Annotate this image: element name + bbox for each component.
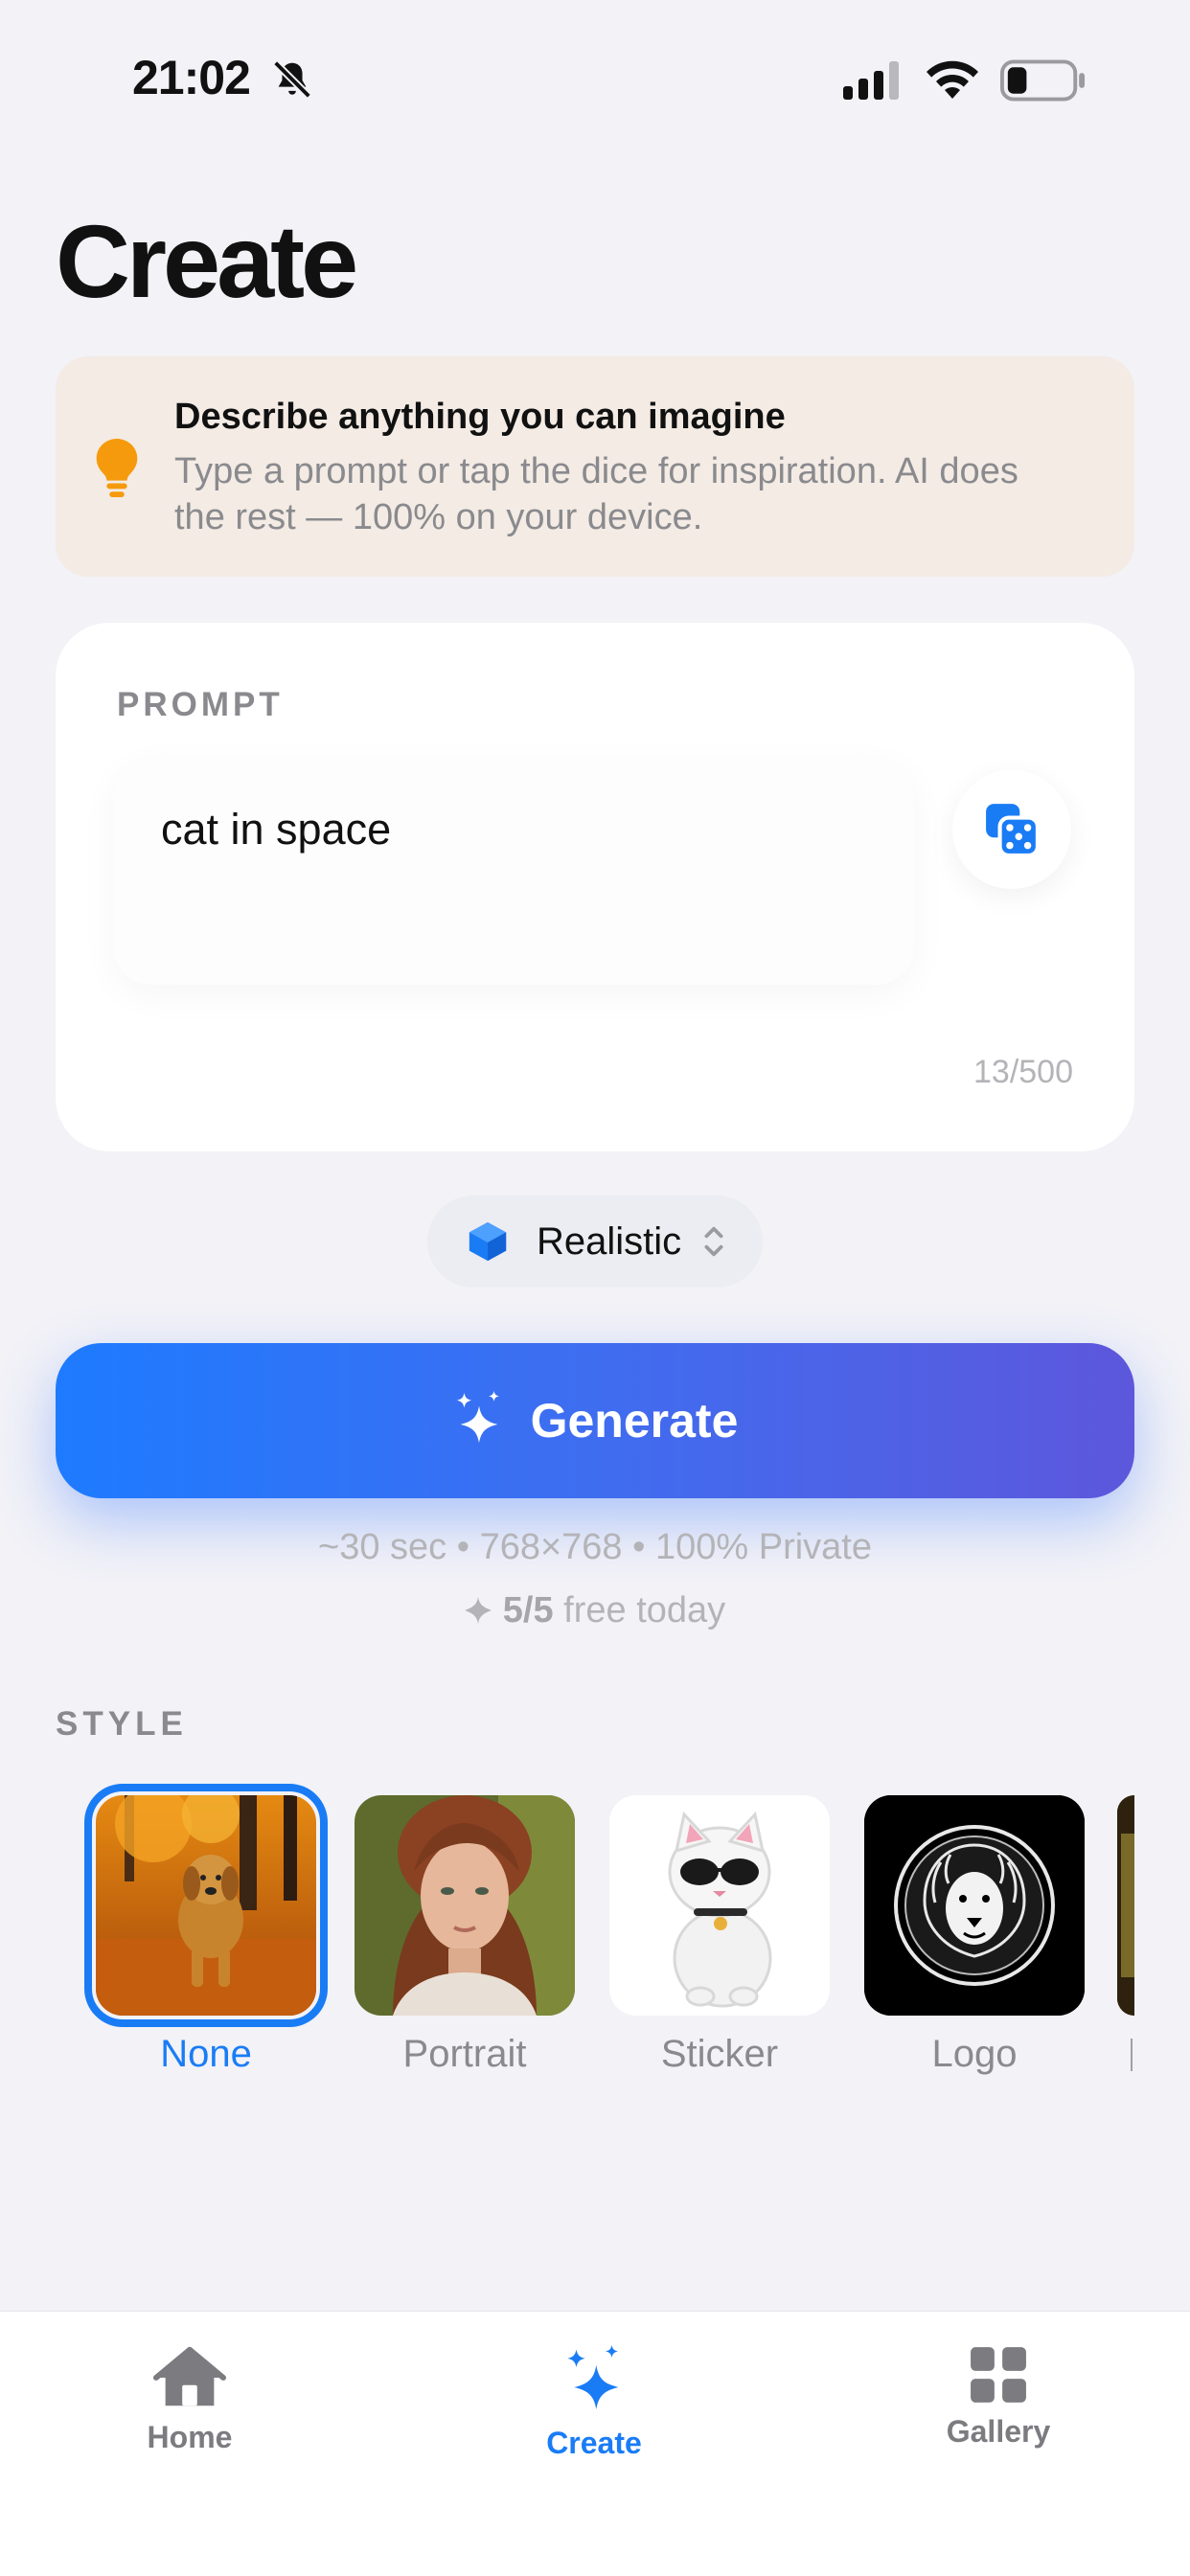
style-thumb-partial[interactable] [1117, 1795, 1134, 2016]
partial-style-image [1117, 1795, 1134, 2016]
free-count: 5/5 [502, 1590, 554, 1630]
battery-icon [1000, 59, 1086, 102]
lightbulb-icon [96, 439, 138, 498]
wifi-icon [927, 60, 978, 99]
style-picker-button[interactable]: Realistic [427, 1196, 763, 1288]
style-thumb-none[interactable] [84, 1784, 328, 2027]
lion-logo-image [864, 1795, 1085, 2016]
bell-slash-icon [273, 60, 311, 99]
tab-create[interactable]: Create [479, 2345, 709, 2461]
tab-gallery[interactable]: Gallery [883, 2345, 1113, 2450]
style-heading: STYLE [56, 1705, 188, 1743]
free-quota: 5/5 free today [0, 1590, 1190, 1631]
prompt-label: PROMPT [117, 686, 284, 723]
generate-button[interactable]: Generate [56, 1343, 1134, 1498]
page-title: Create [56, 203, 358, 319]
prompt-input[interactable]: cat in space [113, 759, 914, 985]
dice-icon [986, 804, 1040, 857]
dog-autumn-image [96, 1795, 316, 2016]
style-label-none: None [160, 2033, 252, 2075]
style-label-partial [1131, 2039, 1133, 2071]
sparkles-icon [567, 2345, 619, 2410]
status-time: 21:02 [132, 51, 251, 104]
style-thumb-sticker[interactable] [609, 1795, 830, 2016]
style-label-logo: Logo [931, 2033, 1018, 2075]
tab-home-label: Home [147, 2420, 233, 2454]
character-count: 13/500 [973, 1054, 1073, 1090]
sparkles-icon [456, 1391, 499, 1444]
chevron-up-down-icon [704, 1226, 723, 1257]
sparkle-icon [464, 1597, 492, 1624]
random-prompt-button[interactable] [952, 770, 1071, 889]
free-suffix: free today [553, 1590, 726, 1630]
tip-body: Type a prompt or tap the dice for inspir… [174, 451, 1018, 537]
tab-gallery-label: Gallery [946, 2414, 1051, 2449]
cat-sticker-image [609, 1795, 830, 2016]
cellular-signal-icon [843, 61, 899, 100]
grid-icon [971, 2347, 1026, 2403]
style-thumb-portrait[interactable] [355, 1795, 575, 2016]
portrait-image [355, 1795, 575, 2016]
tab-home[interactable]: Home [75, 2345, 305, 2455]
tip-title: Describe anything you can imagine [174, 397, 786, 437]
cube-icon [469, 1221, 507, 1262]
generation-info: ~30 sec • 768×768 • 100% Private [318, 1527, 872, 1567]
style-label-sticker: Sticker [660, 2033, 779, 2075]
style-picker-label: Realistic [537, 1220, 682, 1263]
tab-create-label: Create [546, 2426, 642, 2460]
style-thumb-logo[interactable] [864, 1795, 1085, 2016]
generate-label: Generate [530, 1394, 739, 1448]
house-icon [152, 2346, 227, 2406]
style-label-portrait: Portrait [402, 2033, 527, 2075]
